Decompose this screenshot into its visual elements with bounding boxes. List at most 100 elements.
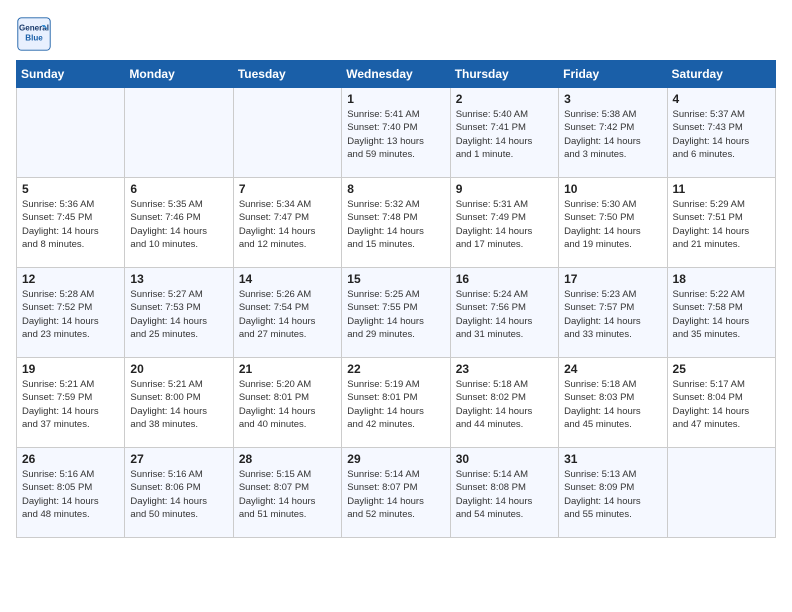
day-info: Sunrise: 5:28 AMSunset: 7:52 PMDaylight:… <box>22 288 119 341</box>
calendar-cell: 16 Sunrise: 5:24 AMSunset: 7:56 PMDayligh… <box>450 268 558 358</box>
day-info: Sunrise: 5:21 AMSunset: 7:59 PMDaylight:… <box>22 378 119 431</box>
day-info: Sunrise: 5:16 AMSunset: 8:05 PMDaylight:… <box>22 468 119 521</box>
day-info: Sunrise: 5:21 AMSunset: 8:00 PMDaylight:… <box>130 378 227 431</box>
day-number: 1 <box>347 92 444 106</box>
day-number: 21 <box>239 362 336 376</box>
calendar-cell <box>125 88 233 178</box>
day-number: 7 <box>239 182 336 196</box>
day-number: 11 <box>673 182 770 196</box>
calendar-cell: 12 Sunrise: 5:28 AMSunset: 7:52 PMDayligh… <box>17 268 125 358</box>
day-number: 29 <box>347 452 444 466</box>
day-header-tuesday: Tuesday <box>233 61 341 88</box>
calendar-cell: 24 Sunrise: 5:18 AMSunset: 8:03 PMDayligh… <box>559 358 667 448</box>
calendar-cell: 22Sunrise: 5:19 AMSunset: 8:01 PMDayligh… <box>342 358 450 448</box>
day-number: 10 <box>564 182 661 196</box>
calendar-cell: 11 Sunrise: 5:29 AMSunset: 7:51 PMDayligh… <box>667 178 775 268</box>
day-header-saturday: Saturday <box>667 61 775 88</box>
calendar-cell: 28Sunrise: 5:15 AMSunset: 8:07 PMDayligh… <box>233 448 341 538</box>
day-number: 18 <box>673 272 770 286</box>
day-info: Sunrise: 5:22 AMSunset: 7:58 PMDaylight:… <box>673 288 770 341</box>
day-header-sunday: Sunday <box>17 61 125 88</box>
day-info: Sunrise: 5:29 AMSunset: 7:51 PMDaylight:… <box>673 198 770 251</box>
logo-icon: General Blue <box>16 16 52 52</box>
day-number: 16 <box>456 272 553 286</box>
day-info: Sunrise: 5:41 AMSunset: 7:40 PMDaylight:… <box>347 108 444 161</box>
calendar-cell: 26 Sunrise: 5:16 AMSunset: 8:05 PMDayligh… <box>17 448 125 538</box>
day-info: Sunrise: 5:18 AMSunset: 8:02 PMDaylight:… <box>456 378 553 431</box>
calendar-cell: 9 Sunrise: 5:31 AMSunset: 7:49 PMDaylight… <box>450 178 558 268</box>
logo: General Blue <box>16 16 58 52</box>
day-info: Sunrise: 5:35 AMSunset: 7:46 PMDaylight:… <box>130 198 227 251</box>
calendar-cell: 6Sunrise: 5:35 AMSunset: 7:46 PMDaylight… <box>125 178 233 268</box>
day-info: Sunrise: 5:18 AMSunset: 8:03 PMDaylight:… <box>564 378 661 431</box>
day-number: 3 <box>564 92 661 106</box>
calendar-cell: 2 Sunrise: 5:40 AMSunset: 7:41 PMDaylight… <box>450 88 558 178</box>
calendar-cell: 13 Sunrise: 5:27 AMSunset: 7:53 PMDayligh… <box>125 268 233 358</box>
calendar-cell <box>17 88 125 178</box>
day-info: Sunrise: 5:38 AMSunset: 7:42 PMDaylight:… <box>564 108 661 161</box>
calendar-cell: 30 Sunrise: 5:14 AMSunset: 8:08 PMDayligh… <box>450 448 558 538</box>
day-number: 25 <box>673 362 770 376</box>
day-info: Sunrise: 5:37 AMSunset: 7:43 PMDaylight:… <box>673 108 770 161</box>
day-number: 31 <box>564 452 661 466</box>
svg-text:General: General <box>19 23 49 32</box>
day-info: Sunrise: 5:20 AMSunset: 8:01 PMDaylight:… <box>239 378 336 431</box>
day-number: 24 <box>564 362 661 376</box>
calendar-week-2: 5 Sunrise: 5:36 AMSunset: 7:45 PMDaylight… <box>17 178 776 268</box>
calendar-cell: 14 Sunrise: 5:26 AMSunset: 7:54 PMDayligh… <box>233 268 341 358</box>
day-header-monday: Monday <box>125 61 233 88</box>
day-number: 2 <box>456 92 553 106</box>
day-info: Sunrise: 5:40 AMSunset: 7:41 PMDaylight:… <box>456 108 553 161</box>
day-number: 14 <box>239 272 336 286</box>
calendar-cell: 4Sunrise: 5:37 AMSunset: 7:43 PMDaylight… <box>667 88 775 178</box>
calendar-cell: 18 Sunrise: 5:22 AMSunset: 7:58 PMDayligh… <box>667 268 775 358</box>
calendar-cell: 29 Sunrise: 5:14 AMSunset: 8:07 PMDayligh… <box>342 448 450 538</box>
day-number: 5 <box>22 182 119 196</box>
calendar-cell: 1 Sunrise: 5:41 AMSunset: 7:40 PMDaylight… <box>342 88 450 178</box>
day-info: Sunrise: 5:14 AMSunset: 8:08 PMDaylight:… <box>456 468 553 521</box>
day-header-wednesday: Wednesday <box>342 61 450 88</box>
day-number: 28 <box>239 452 336 466</box>
page-header: General Blue <box>16 16 776 52</box>
calendar-cell: 17 Sunrise: 5:23 AMSunset: 7:57 PMDayligh… <box>559 268 667 358</box>
calendar-cell: 31Sunrise: 5:13 AMSunset: 8:09 PMDayligh… <box>559 448 667 538</box>
day-number: 22 <box>347 362 444 376</box>
day-number: 9 <box>456 182 553 196</box>
day-info: Sunrise: 5:24 AMSunset: 7:56 PMDaylight:… <box>456 288 553 341</box>
day-number: 19 <box>22 362 119 376</box>
calendar-cell: 20 Sunrise: 5:21 AMSunset: 8:00 PMDayligh… <box>125 358 233 448</box>
day-header-thursday: Thursday <box>450 61 558 88</box>
calendar-cell: 25Sunrise: 5:17 AMSunset: 8:04 PMDayligh… <box>667 358 775 448</box>
calendar-cell <box>233 88 341 178</box>
calendar-week-4: 19 Sunrise: 5:21 AMSunset: 7:59 PMDayligh… <box>17 358 776 448</box>
day-header-friday: Friday <box>559 61 667 88</box>
day-info: Sunrise: 5:36 AMSunset: 7:45 PMDaylight:… <box>22 198 119 251</box>
calendar-cell: 7 Sunrise: 5:34 AMSunset: 7:47 PMDaylight… <box>233 178 341 268</box>
calendar-week-3: 12 Sunrise: 5:28 AMSunset: 7:52 PMDayligh… <box>17 268 776 358</box>
calendar-cell: 15Sunrise: 5:25 AMSunset: 7:55 PMDayligh… <box>342 268 450 358</box>
day-info: Sunrise: 5:27 AMSunset: 7:53 PMDaylight:… <box>130 288 227 341</box>
day-number: 12 <box>22 272 119 286</box>
day-number: 15 <box>347 272 444 286</box>
day-number: 30 <box>456 452 553 466</box>
calendar-cell: 23 Sunrise: 5:18 AMSunset: 8:02 PMDayligh… <box>450 358 558 448</box>
day-info: Sunrise: 5:32 AMSunset: 7:48 PMDaylight:… <box>347 198 444 251</box>
day-number: 20 <box>130 362 227 376</box>
calendar-cell <box>667 448 775 538</box>
day-number: 23 <box>456 362 553 376</box>
svg-text:Blue: Blue <box>25 33 43 42</box>
day-info: Sunrise: 5:16 AMSunset: 8:06 PMDaylight:… <box>130 468 227 521</box>
day-info: Sunrise: 5:14 AMSunset: 8:07 PMDaylight:… <box>347 468 444 521</box>
day-info: Sunrise: 5:26 AMSunset: 7:54 PMDaylight:… <box>239 288 336 341</box>
calendar-cell: 19 Sunrise: 5:21 AMSunset: 7:59 PMDayligh… <box>17 358 125 448</box>
day-info: Sunrise: 5:34 AMSunset: 7:47 PMDaylight:… <box>239 198 336 251</box>
day-number: 17 <box>564 272 661 286</box>
day-number: 26 <box>22 452 119 466</box>
day-info: Sunrise: 5:30 AMSunset: 7:50 PMDaylight:… <box>564 198 661 251</box>
calendar-cell: 21 Sunrise: 5:20 AMSunset: 8:01 PMDayligh… <box>233 358 341 448</box>
calendar-cell: 10 Sunrise: 5:30 AMSunset: 7:50 PMDayligh… <box>559 178 667 268</box>
day-info: Sunrise: 5:31 AMSunset: 7:49 PMDaylight:… <box>456 198 553 251</box>
day-number: 13 <box>130 272 227 286</box>
day-info: Sunrise: 5:23 AMSunset: 7:57 PMDaylight:… <box>564 288 661 341</box>
calendar-cell: 3 Sunrise: 5:38 AMSunset: 7:42 PMDaylight… <box>559 88 667 178</box>
